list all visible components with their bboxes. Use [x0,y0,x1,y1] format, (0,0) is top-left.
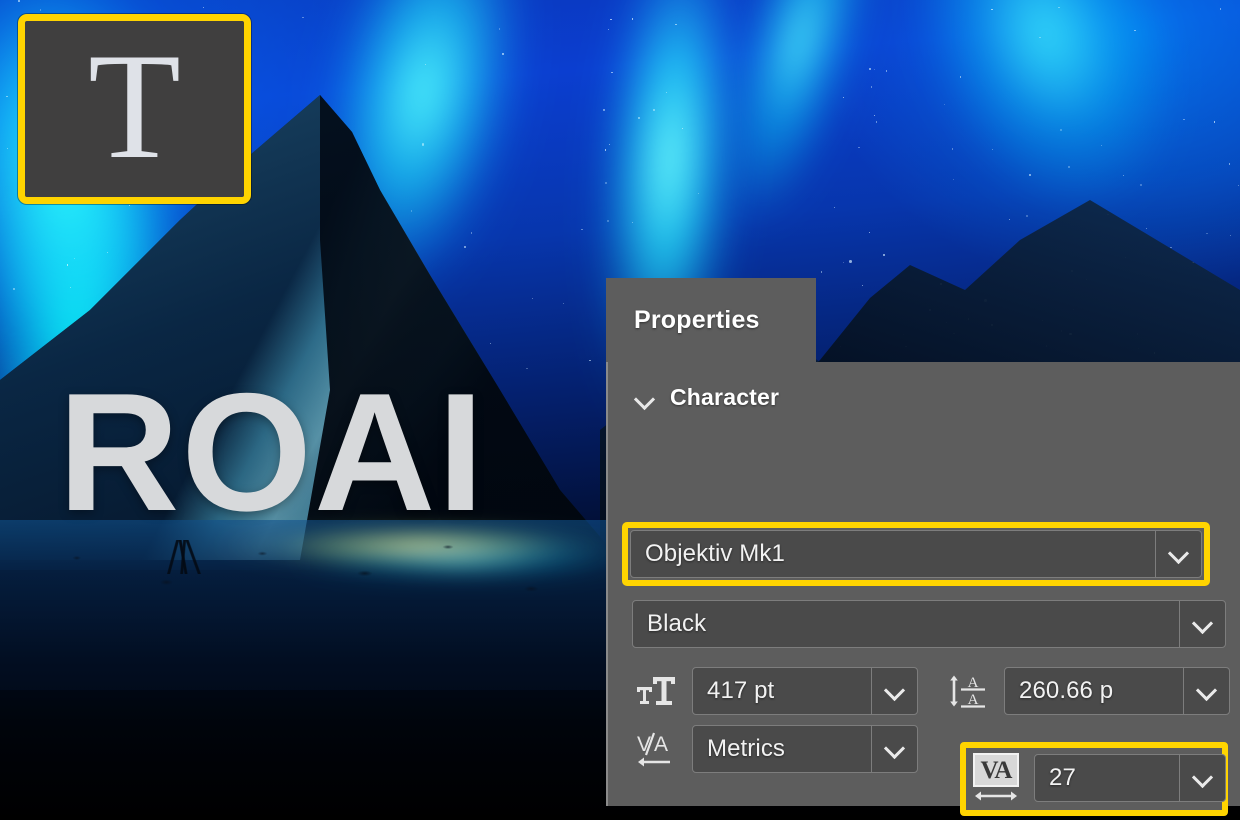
font-style-field[interactable]: Black [632,600,1226,648]
chevron-down-icon [1194,770,1211,787]
tab-properties[interactable]: Properties [606,278,816,362]
chevron-down-icon [886,741,903,758]
section-character-header[interactable]: Character [608,362,1240,411]
chevron-down-icon [886,683,903,700]
font-style-row: Black [632,600,1226,648]
chevron-down-icon [1198,683,1215,700]
font-style-dropdown-button[interactable] [1179,601,1225,647]
tracking-highlight: VA 27 [960,742,1228,816]
font-size-dropdown-button[interactable] [871,668,917,714]
properties-panel: Properties Character Objektiv Mk1 Black … [606,278,1240,816]
tab-properties-label: Properties [634,305,760,334]
font-family-field[interactable]: Objektiv Mk1 [630,530,1202,578]
font-size-cell: 417 pt [632,667,918,715]
text-tool-button-inner: T [25,21,244,197]
chevron-down-icon [1170,546,1187,563]
font-family-value: Objektiv Mk1 [645,540,785,567]
kerning-field[interactable]: Metrics [692,725,918,773]
text-tool-button[interactable]: T [18,14,251,204]
font-size-icon [632,667,680,715]
section-character-title: Character [670,384,780,410]
leading-value: 260.66 p [1019,677,1114,704]
leading-field[interactable]: 260.66 p [1004,667,1230,715]
kerning-cell: V A Metrics [632,725,918,773]
properties-panel-body: Character Objektiv Mk1 Black 417 pt A A … [606,362,1240,816]
font-style-value: Black [647,610,707,637]
leading-dropdown-button[interactable] [1183,668,1229,714]
tracking-icon-glyph: VA [973,753,1019,787]
chevron-down-icon [1194,616,1211,633]
kerning-icon: V A [632,725,680,773]
svg-text:A: A [654,733,668,756]
leading-icon: A A [944,667,992,715]
font-family-highlight: Objektiv Mk1 [622,522,1210,586]
font-family-dropdown-button[interactable] [1155,531,1201,577]
text-tool-icon: T [88,21,181,190]
font-size-field[interactable]: 417 pt [692,667,918,715]
chevron-down-icon[interactable] [634,387,656,409]
tracking-dropdown-button[interactable] [1179,755,1225,801]
font-size-value: 417 pt [707,677,775,704]
tracking-field[interactable]: 27 [1034,754,1226,802]
kerning-value: Metrics [707,735,786,762]
metric-row-size-leading: 417 pt A A 260.66 p [632,662,1230,720]
horizontal-arrow-icon [975,791,1017,801]
tracking-value: 27 [1049,764,1076,791]
kerning-dropdown-button[interactable] [871,726,917,772]
canvas-headline-text[interactable]: ROAI [58,368,486,536]
tracking-icon: VA [970,753,1022,803]
screenshot-root: ROAI T Properties Character Objektiv Mk1 [0,0,1240,820]
leading-cell: A A 260.66 p [944,667,1230,715]
tracking-cell: VA 27 [970,753,1226,803]
